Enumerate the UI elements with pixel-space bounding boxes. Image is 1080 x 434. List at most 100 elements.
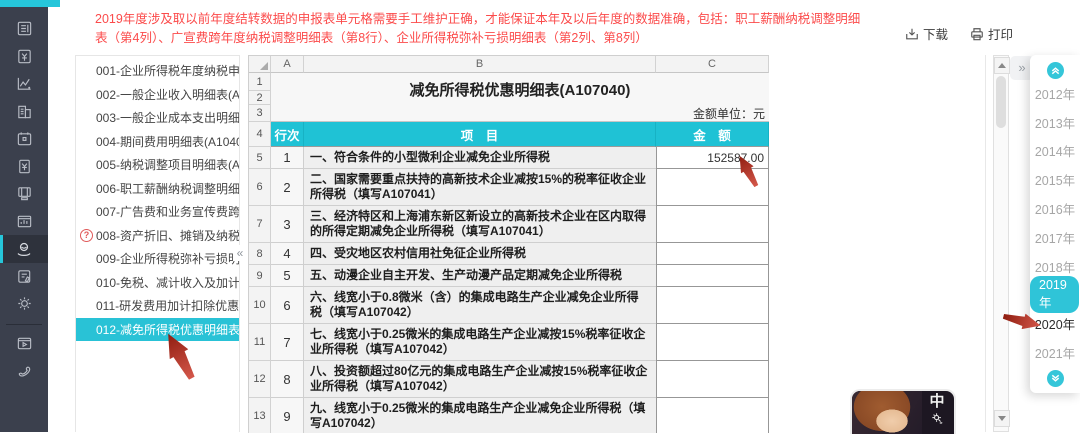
form-list-item[interactable]: 009-企业所得税弥补亏损明...: [76, 247, 239, 271]
table-row: 62二、国家需要重点扶持的高新技术企业减按15%的税率征收企业所得税（填写A10…: [249, 169, 769, 206]
row-number: 4: [249, 122, 271, 147]
collapse-panel-handle[interactable]: «: [233, 245, 247, 261]
form-list-item-label: 009-企业所得税弥补亏损明...: [96, 250, 239, 267]
print-button[interactable]: 打印: [970, 24, 1013, 43]
scrollbar-thumb[interactable]: [996, 76, 1006, 128]
sidebar-item-company[interactable]: [0, 98, 48, 126]
sidebar-item-ledger[interactable]: [0, 153, 48, 181]
cell-amount[interactable]: [656, 206, 769, 243]
form-list-item-label: 003-一般企业成本支出明细...: [96, 109, 239, 126]
cell-line-no[interactable]: 9: [271, 398, 304, 433]
sidebar-item-cashier[interactable]: [0, 180, 48, 208]
header-line-no: 行次: [271, 122, 304, 147]
sidebar-item-checkbook[interactable]: [0, 263, 48, 291]
years-scroll-down-button[interactable]: [1047, 370, 1064, 387]
years-scroll-up-button[interactable]: [1047, 62, 1064, 79]
form-list-item[interactable]: 012-减免所得税优惠明细表(...: [76, 318, 239, 342]
year-item[interactable]: 2016年: [1030, 194, 1080, 223]
vertical-scrollbar[interactable]: [993, 55, 1009, 432]
select-all-corner[interactable]: [249, 56, 271, 73]
table-row: 73三、经济特区和上海浦东新区新设立的高新技术企业在区内取得的所得定期减免企业所…: [249, 206, 769, 243]
column-header-a[interactable]: A: [271, 56, 304, 73]
sidebar-item-tax-service[interactable]: [0, 235, 48, 263]
cell-item[interactable]: 七、线宽小于0.25微米的集成电路生产企业减按15%税率征收企业所得税（填写A1…: [304, 324, 656, 361]
cell-amount[interactable]: [656, 169, 769, 206]
year-item-label: 2017年: [1035, 228, 1075, 247]
sidebar-item-settings[interactable]: [0, 290, 48, 318]
cell-amount[interactable]: 152587.00: [656, 147, 769, 169]
form-list-item[interactable]: 003-一般企业成本支出明细...: [76, 106, 239, 130]
cell-line-no[interactable]: 2: [271, 169, 304, 206]
sidebar-item-calendar[interactable]: [0, 125, 48, 153]
cell-amount[interactable]: [656, 265, 769, 287]
sidebar-item-report-image[interactable]: [0, 208, 48, 236]
cell-line-no[interactable]: 6: [271, 287, 304, 324]
sidebar-item-forms[interactable]: [0, 15, 48, 43]
year-item-label: 2015年: [1035, 170, 1075, 189]
cell-amount[interactable]: [656, 287, 769, 324]
chinese-service-icon[interactable]: 中: [929, 393, 944, 411]
form-list-item[interactable]: ?008-资产折旧、摊销及纳税...: [76, 224, 239, 248]
cell-line-no[interactable]: 7: [271, 324, 304, 361]
form-list-item-label: 004-期间费用明细表(A1040...: [96, 133, 239, 150]
checkbook-icon: [16, 268, 33, 285]
viewport-border: [985, 55, 986, 432]
year-item[interactable]: 2021年: [1030, 338, 1080, 367]
year-item[interactable]: 2014年: [1030, 137, 1080, 166]
cell-item[interactable]: 三、经济特区和上海浦东新区新设立的高新技术企业在区内取得的所得定期减免企业所得税…: [304, 206, 656, 243]
cell-amount[interactable]: [656, 324, 769, 361]
column-header-b[interactable]: B: [304, 56, 656, 73]
year-item-label: 2012年: [1035, 84, 1075, 103]
year-item[interactable]: 2015年: [1030, 165, 1080, 194]
year-item[interactable]: 2019年: [1030, 281, 1080, 310]
cell-item[interactable]: 六、线宽小于0.8微米（含）的集成电路生产企业减免企业所得税（填写A107042…: [304, 287, 656, 324]
table-header-row: 4 行次 项 目 金 额: [249, 122, 769, 147]
support-widget[interactable]: 中: [850, 389, 956, 434]
form-list-item[interactable]: 006-职工薪酬纳税调整明细...: [76, 177, 239, 201]
form-list-item[interactable]: 001-企业所得税年度纳税申...: [76, 59, 239, 83]
cell-item[interactable]: 八、投资额超过80亿元的集成电路生产企业减按15%税率征收企业所得税（填写A10…: [304, 361, 656, 398]
form-list-item[interactable]: 007-广告费和业务宣传费跨...: [76, 200, 239, 224]
year-item[interactable]: 2017年: [1030, 223, 1080, 252]
sidebar-item-phone-support[interactable]: [0, 357, 48, 385]
row-number: 3: [249, 105, 271, 122]
cell-line-no[interactable]: 4: [271, 243, 304, 265]
scroll-down-button[interactable]: [994, 410, 1010, 427]
chevrons-up-icon: [1050, 65, 1061, 76]
sidebar-item-video-help[interactable]: [0, 330, 48, 358]
scroll-up-button[interactable]: [994, 57, 1010, 74]
form-list-item[interactable]: 004-期间费用明细表(A1040...: [76, 130, 239, 154]
form-list-item[interactable]: 010-免税、减计收入及加计...: [76, 271, 239, 295]
form-list-item[interactable]: 011-研发费用加计扣除优惠...: [76, 294, 239, 318]
form-list-item[interactable]: 005-纳税调整项目明细表(A1...: [76, 153, 239, 177]
table-row: 51一、符合条件的小型微利企业减免企业所得税152587.00: [249, 147, 769, 169]
sidebar-item-invoice[interactable]: [0, 43, 48, 71]
cell-line-no[interactable]: 8: [271, 361, 304, 398]
cell-line-no[interactable]: 5: [271, 265, 304, 287]
cell-item[interactable]: 九、线宽小于0.25微米的集成电路生产企业减免企业所得税（填写A107042）: [304, 398, 656, 433]
ledger-icon: [16, 158, 33, 175]
chart-icon: [16, 75, 33, 92]
cell-item[interactable]: 二、国家需要重点扶持的高新技术企业减按15%的税率征收企业所得税（填写A1070…: [304, 169, 656, 206]
cell-item[interactable]: 五、动漫企业自主开发、生产动漫产品定期减免企业所得税: [304, 265, 656, 287]
year-item[interactable]: 2020年: [1030, 309, 1080, 338]
header-item: 项 目: [304, 122, 656, 147]
download-icon: [905, 27, 919, 41]
column-header-c[interactable]: C: [656, 56, 769, 73]
cell-item[interactable]: 四、受灾地区农村信用社免征企业所得税: [304, 243, 656, 265]
sidebar-item-reports-chart[interactable]: [0, 70, 48, 98]
cell-line-no[interactable]: 3: [271, 206, 304, 243]
download-button[interactable]: 下载: [905, 24, 948, 43]
cell-line-no[interactable]: 1: [271, 147, 304, 169]
year-item[interactable]: 2013年: [1030, 108, 1080, 137]
unit-row: 3 金额单位：元: [249, 105, 769, 122]
support-avatar-photo: [852, 391, 922, 434]
cell-amount[interactable]: [656, 361, 769, 398]
year-item[interactable]: 2012年: [1030, 79, 1080, 108]
cell-item[interactable]: 一、符合条件的小型微利企业减免企业所得税: [304, 147, 656, 169]
cell-amount[interactable]: [656, 398, 769, 433]
cell-amount[interactable]: [656, 243, 769, 265]
gear-phone-icon[interactable]: [931, 412, 944, 425]
form-list-item[interactable]: 002-一般企业收入明细表(A1...: [76, 83, 239, 107]
app-sidebar: [0, 0, 48, 432]
